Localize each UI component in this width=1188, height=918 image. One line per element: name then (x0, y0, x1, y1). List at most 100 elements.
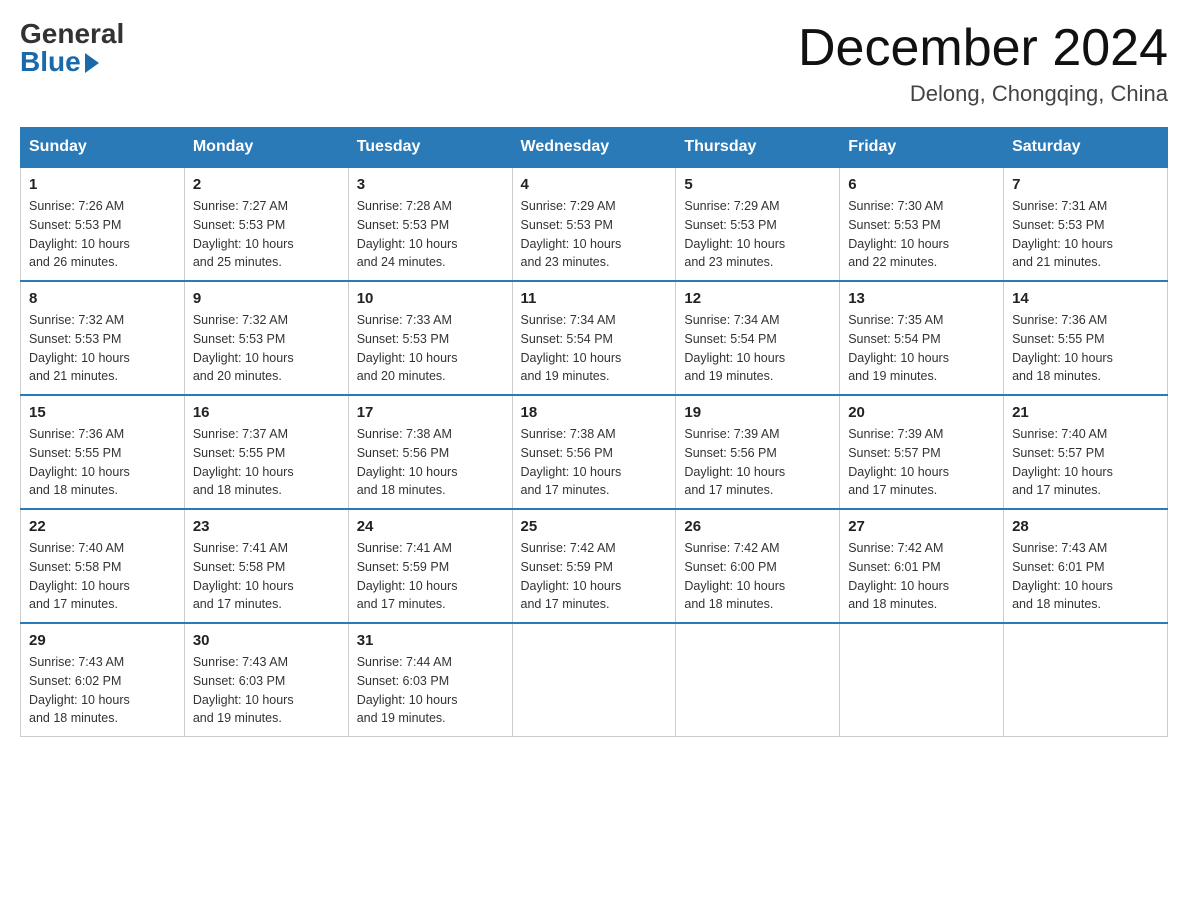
day-info: Sunrise: 7:38 AM Sunset: 5:56 PM Dayligh… (521, 425, 668, 500)
table-row (512, 623, 676, 737)
day-number: 11 (521, 290, 668, 307)
day-info: Sunrise: 7:35 AM Sunset: 5:54 PM Dayligh… (848, 311, 995, 386)
day-number: 15 (29, 404, 176, 421)
weekday-header-row: SundayMondayTuesdayWednesdayThursdayFrid… (21, 128, 1168, 168)
day-number: 31 (357, 632, 504, 649)
table-row: 21Sunrise: 7:40 AM Sunset: 5:57 PM Dayli… (1004, 395, 1168, 509)
day-number: 3 (357, 176, 504, 193)
weekday-header-tuesday: Tuesday (348, 128, 512, 168)
weekday-header-thursday: Thursday (676, 128, 840, 168)
calendar-week-5: 29 Sunrise: 7:43 AM Sunset: 6:02 PM Dayli… (21, 623, 1168, 737)
table-row: 15 Sunrise: 7:36 AM Sunset: 5:55 PM Dayli… (21, 395, 185, 509)
location-title: Delong, Chongqing, China (798, 81, 1168, 107)
day-info: Sunrise: 7:33 AM Sunset: 5:53 PM Dayligh… (357, 311, 504, 386)
day-info: Sunrise: 7:42 AM Sunset: 6:00 PM Dayligh… (684, 539, 831, 614)
day-info: Sunrise: 7:39 AM Sunset: 5:56 PM Dayligh… (684, 425, 831, 500)
day-number: 4 (521, 176, 668, 193)
weekday-header-sunday: Sunday (21, 128, 185, 168)
weekday-header-saturday: Saturday (1004, 128, 1168, 168)
calendar-week-3: 15 Sunrise: 7:36 AM Sunset: 5:55 PM Dayli… (21, 395, 1168, 509)
page-header: General Blue December 2024 Delong, Chong… (20, 20, 1168, 107)
day-number: 8 (29, 290, 176, 307)
day-number: 10 (357, 290, 504, 307)
day-number: 28 (1012, 518, 1159, 535)
day-number: 24 (357, 518, 504, 535)
logo: General Blue (20, 20, 124, 76)
day-info: Sunrise: 7:32 AM Sunset: 5:53 PM Dayligh… (29, 311, 176, 386)
table-row: 3 Sunrise: 7:28 AM Sunset: 5:53 PM Daylig… (348, 167, 512, 281)
table-row: 17 Sunrise: 7:38 AM Sunset: 5:56 PM Dayli… (348, 395, 512, 509)
table-row: 5Sunrise: 7:29 AM Sunset: 5:53 PM Daylig… (676, 167, 840, 281)
table-row: 26 Sunrise: 7:42 AM Sunset: 6:00 PM Dayli… (676, 509, 840, 623)
logo-triangle-icon (85, 53, 99, 73)
table-row: 13 Sunrise: 7:35 AM Sunset: 5:54 PM Dayli… (840, 281, 1004, 395)
day-number: 5 (684, 176, 831, 193)
day-number: 12 (684, 290, 831, 307)
day-info: Sunrise: 7:36 AM Sunset: 5:55 PM Dayligh… (1012, 311, 1159, 386)
day-info: Sunrise: 7:41 AM Sunset: 5:59 PM Dayligh… (357, 539, 504, 614)
day-info: Sunrise: 7:38 AM Sunset: 5:56 PM Dayligh… (357, 425, 504, 500)
table-row: 25Sunrise: 7:42 AM Sunset: 5:59 PM Dayli… (512, 509, 676, 623)
day-info: Sunrise: 7:31 AM Sunset: 5:53 PM Dayligh… (1012, 197, 1159, 272)
day-number: 29 (29, 632, 176, 649)
table-row: 1 Sunrise: 7:26 AM Sunset: 5:53 PM Daylig… (21, 167, 185, 281)
day-info: Sunrise: 7:40 AM Sunset: 5:58 PM Dayligh… (29, 539, 176, 614)
calendar-body: 1 Sunrise: 7:26 AM Sunset: 5:53 PM Daylig… (21, 167, 1168, 737)
table-row: 20Sunrise: 7:39 AM Sunset: 5:57 PM Dayli… (840, 395, 1004, 509)
day-info: Sunrise: 7:44 AM Sunset: 6:03 PM Dayligh… (357, 653, 504, 728)
day-info: Sunrise: 7:26 AM Sunset: 5:53 PM Dayligh… (29, 197, 176, 272)
table-row: 14 Sunrise: 7:36 AM Sunset: 5:55 PM Dayli… (1004, 281, 1168, 395)
table-row: 29 Sunrise: 7:43 AM Sunset: 6:02 PM Dayli… (21, 623, 185, 737)
day-number: 17 (357, 404, 504, 421)
table-row: 18 Sunrise: 7:38 AM Sunset: 5:56 PM Dayli… (512, 395, 676, 509)
day-number: 21 (1012, 404, 1159, 421)
day-info: Sunrise: 7:43 AM Sunset: 6:02 PM Dayligh… (29, 653, 176, 728)
day-number: 1 (29, 176, 176, 193)
day-info: Sunrise: 7:43 AM Sunset: 6:01 PM Dayligh… (1012, 539, 1159, 614)
day-number: 25 (521, 518, 668, 535)
month-title: December 2024 (798, 20, 1168, 77)
day-info: Sunrise: 7:37 AM Sunset: 5:55 PM Dayligh… (193, 425, 340, 500)
title-block: December 2024 Delong, Chongqing, China (798, 20, 1168, 107)
table-row: 27 Sunrise: 7:42 AM Sunset: 6:01 PM Dayli… (840, 509, 1004, 623)
day-number: 13 (848, 290, 995, 307)
table-row: 30Sunrise: 7:43 AM Sunset: 6:03 PM Dayli… (184, 623, 348, 737)
table-row: 6 Sunrise: 7:30 AM Sunset: 5:53 PM Daylig… (840, 167, 1004, 281)
calendar-week-4: 22 Sunrise: 7:40 AM Sunset: 5:58 PM Dayli… (21, 509, 1168, 623)
day-number: 23 (193, 518, 340, 535)
day-info: Sunrise: 7:28 AM Sunset: 5:53 PM Dayligh… (357, 197, 504, 272)
day-number: 22 (29, 518, 176, 535)
day-info: Sunrise: 7:29 AM Sunset: 5:53 PM Dayligh… (521, 197, 668, 272)
day-number: 26 (684, 518, 831, 535)
day-number: 9 (193, 290, 340, 307)
logo-blue-text: Blue (20, 48, 81, 76)
day-number: 2 (193, 176, 340, 193)
day-info: Sunrise: 7:30 AM Sunset: 5:53 PM Dayligh… (848, 197, 995, 272)
calendar-week-2: 8 Sunrise: 7:32 AM Sunset: 5:53 PM Daylig… (21, 281, 1168, 395)
table-row: 23 Sunrise: 7:41 AM Sunset: 5:58 PM Dayli… (184, 509, 348, 623)
table-row: 12 Sunrise: 7:34 AM Sunset: 5:54 PM Dayli… (676, 281, 840, 395)
day-info: Sunrise: 7:41 AM Sunset: 5:58 PM Dayligh… (193, 539, 340, 614)
day-number: 14 (1012, 290, 1159, 307)
day-number: 7 (1012, 176, 1159, 193)
day-number: 18 (521, 404, 668, 421)
day-number: 19 (684, 404, 831, 421)
logo-general-text: General (20, 20, 124, 48)
table-row (840, 623, 1004, 737)
table-row: 8 Sunrise: 7:32 AM Sunset: 5:53 PM Daylig… (21, 281, 185, 395)
day-info: Sunrise: 7:36 AM Sunset: 5:55 PM Dayligh… (29, 425, 176, 500)
day-info: Sunrise: 7:32 AM Sunset: 5:53 PM Dayligh… (193, 311, 340, 386)
day-info: Sunrise: 7:34 AM Sunset: 5:54 PM Dayligh… (684, 311, 831, 386)
day-number: 6 (848, 176, 995, 193)
day-number: 20 (848, 404, 995, 421)
day-number: 27 (848, 518, 995, 535)
table-row: 11Sunrise: 7:34 AM Sunset: 5:54 PM Dayli… (512, 281, 676, 395)
calendar-header: SundayMondayTuesdayWednesdayThursdayFrid… (21, 128, 1168, 168)
table-row: 7 Sunrise: 7:31 AM Sunset: 5:53 PM Daylig… (1004, 167, 1168, 281)
weekday-header-friday: Friday (840, 128, 1004, 168)
table-row (1004, 623, 1168, 737)
day-info: Sunrise: 7:42 AM Sunset: 6:01 PM Dayligh… (848, 539, 995, 614)
table-row: 4 Sunrise: 7:29 AM Sunset: 5:53 PM Daylig… (512, 167, 676, 281)
weekday-header-monday: Monday (184, 128, 348, 168)
table-row: 19 Sunrise: 7:39 AM Sunset: 5:56 PM Dayli… (676, 395, 840, 509)
